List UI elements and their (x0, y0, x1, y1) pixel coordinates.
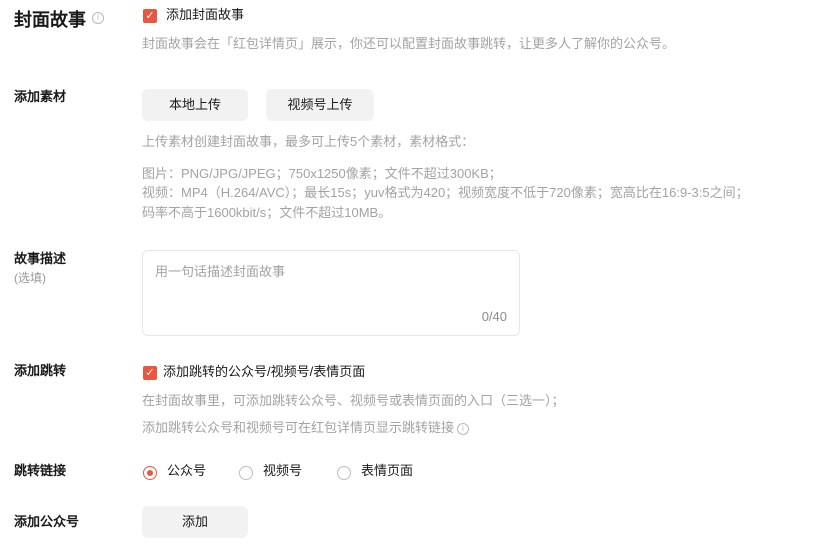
radio-sticker-page-label[interactable]: 表情页面 (361, 462, 413, 480)
jump-hint-2: 添加跳转公众号和视频号可在红包详情页显示跳转链接 (142, 420, 455, 435)
radio-sticker-page[interactable] (337, 466, 351, 480)
info-icon[interactable]: i (92, 12, 104, 24)
radio-channels[interactable] (239, 466, 253, 480)
cover-story-title: 封面故事 (14, 10, 86, 30)
info-icon[interactable]: i (457, 422, 470, 435)
cover-story-checkbox-label[interactable]: 添加封面故事 (166, 6, 244, 24)
cover-story-checkbox[interactable]: ✓ (143, 9, 157, 23)
jump-link-label: 跳转链接 (14, 463, 67, 478)
materials-hint-intro: 上传素材创建封面故事，最多可上传5个素材，素材格式： (142, 134, 475, 149)
channels-upload-button[interactable]: 视频号上传 (266, 89, 374, 121)
materials-hint-bitrate: 码率不高于1600kbit/s；文件不超过10MB。 (142, 205, 392, 220)
character-count: 0/40 (481, 309, 507, 324)
story-description-label: 故事描述 (14, 251, 67, 266)
add-jump-checkbox-label[interactable]: 添加跳转的公众号/视频号/表情页面 (163, 363, 365, 381)
radio-channels-label[interactable]: 视频号 (263, 462, 302, 480)
story-description-input[interactable]: 用一句话描述封面故事 0/40 (142, 250, 520, 336)
materials-hint-video: 视频：MP4（H.264/AVC）；最长15s；yuv格式为420；视频宽度不低… (142, 185, 749, 200)
jump-hint-2-row: 添加跳转公众号和视频号可在红包详情页显示跳转链接 i (142, 417, 470, 438)
radio-official-account[interactable] (143, 466, 157, 480)
jump-hint-1: 在封面故事里，可添加跳转公众号、视频号或表情页面的入口（三选一）； (142, 393, 565, 408)
story-description-optional: (选填) (14, 271, 46, 285)
cover-story-description: 封面故事会在「红包详情页」展示，你还可以配置封面故事跳转，让更多人了解你的公众号… (142, 36, 676, 51)
add-jump-checkbox[interactable]: ✓ (143, 366, 157, 380)
radio-official-account-label[interactable]: 公众号 (167, 462, 206, 480)
add-materials-label: 添加素材 (14, 89, 67, 104)
add-account-button[interactable]: 添加 (142, 506, 248, 538)
add-jump-label: 添加跳转 (14, 363, 67, 378)
local-upload-button[interactable]: 本地上传 (142, 89, 248, 121)
story-description-placeholder: 用一句话描述封面故事 (155, 264, 286, 279)
add-account-label: 添加公众号 (14, 514, 80, 529)
materials-hint-image: 图片：PNG/JPG/JPEG；750x1250像素；文件不超过300KB； (142, 166, 502, 181)
